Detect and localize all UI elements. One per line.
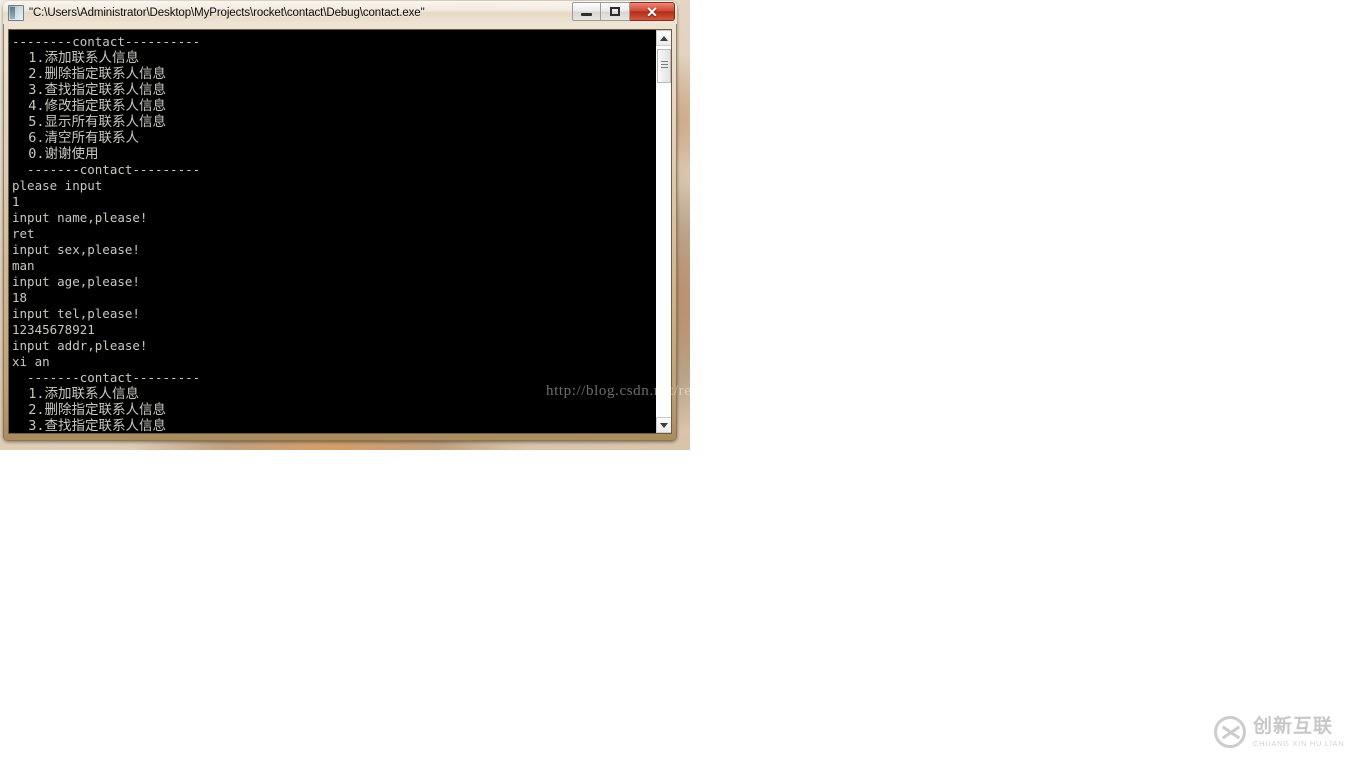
console-line: 18 xyxy=(12,290,28,305)
maximize-icon xyxy=(610,7,620,16)
window-controls[interactable]: ✕ xyxy=(572,2,675,21)
console-line: please input xyxy=(12,178,103,193)
console-line: input name,please! xyxy=(12,210,148,225)
close-button[interactable]: ✕ xyxy=(630,2,675,21)
brand-text: 创新互联 CHUANG XIN HU LIAN xyxy=(1253,714,1345,748)
console-line: 5.显示所有联系人信息 xyxy=(12,114,167,130)
brand-name-cn: 创新互联 xyxy=(1253,714,1334,737)
console-line: 0.谢谢使用 xyxy=(12,146,99,162)
console-line: 1 xyxy=(12,194,20,209)
console-line: 3.查找指定联系人信息 xyxy=(12,418,167,433)
console-line: 2.删除指定联系人信息 xyxy=(12,66,167,82)
close-icon: ✕ xyxy=(646,3,658,20)
scrollbar-track[interactable] xyxy=(656,46,671,417)
console-line: 3.查找指定联系人信息 xyxy=(12,82,167,98)
console-line: 6.清空所有联系人 xyxy=(12,130,140,146)
console-line: input tel,please! xyxy=(12,306,140,321)
minimize-icon xyxy=(581,13,592,16)
console-window[interactable]: "C:\Users\Administrator\Desktop\MyProjec… xyxy=(3,1,677,441)
console-line: 12345678921 xyxy=(12,322,95,337)
console-line: input addr,please! xyxy=(12,338,148,353)
console-client-area[interactable]: --------contact---------- 1.添加联系人信息 2.删除… xyxy=(8,29,672,434)
window-title-text: "C:\Users\Administrator\Desktop\MyProjec… xyxy=(29,6,425,19)
window-title-bar[interactable]: "C:\Users\Administrator\Desktop\MyProjec… xyxy=(3,1,677,24)
console-line: input age,please! xyxy=(12,274,140,289)
console-line: -------contact--------- xyxy=(12,162,201,177)
console-line: 2.删除指定联系人信息 xyxy=(12,402,167,418)
triangle-down-icon xyxy=(660,422,668,428)
console-line: man xyxy=(12,258,35,273)
console-line: xi an xyxy=(12,354,50,369)
triangle-up-icon xyxy=(660,35,668,41)
console-window-icon xyxy=(8,4,24,21)
console-scrollbar[interactable] xyxy=(655,30,671,433)
scroll-up-arrow-icon[interactable] xyxy=(656,30,671,46)
console-line: --------contact---------- xyxy=(12,34,201,49)
console-output: --------contact---------- 1.添加联系人信息 2.删除… xyxy=(9,30,655,433)
minimize-button[interactable] xyxy=(572,2,601,21)
console-line: 1.添加联系人信息 xyxy=(12,386,140,402)
scroll-down-arrow-icon[interactable] xyxy=(656,417,671,433)
console-line: -------contact--------- xyxy=(12,370,201,385)
scrollbar-thumb[interactable] xyxy=(657,49,671,83)
console-line: 4.修改指定联系人信息 xyxy=(12,98,167,114)
maximize-button[interactable] xyxy=(601,2,630,21)
console-line: 1.添加联系人信息 xyxy=(12,50,140,66)
brand-mark-icon xyxy=(1214,716,1246,748)
brand-logo: 创新互联 CHUANG XIN HU LIAN xyxy=(1214,710,1346,754)
console-line: input sex,please! xyxy=(12,242,140,257)
brand-name-pinyin: CHUANG XIN HU LIAN xyxy=(1253,738,1345,748)
console-line: ret xyxy=(12,226,35,241)
